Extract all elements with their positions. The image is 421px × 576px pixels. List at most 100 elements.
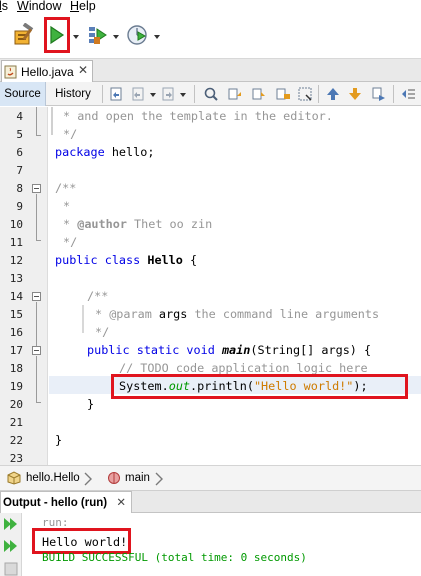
profile-project-icon bbox=[127, 25, 147, 45]
line-number: 16 bbox=[9, 326, 23, 339]
println-highlight bbox=[111, 374, 408, 399]
code-line-22: } bbox=[55, 433, 63, 447]
forward-dropdown-arrow-icon[interactable] bbox=[180, 93, 186, 97]
fold-guide-end bbox=[36, 402, 41, 403]
breadcrumb-separator-icon bbox=[84, 472, 92, 486]
line-number: 9 bbox=[16, 200, 23, 213]
find-selection-icon[interactable] bbox=[275, 86, 291, 102]
forward-icon[interactable] bbox=[160, 86, 176, 102]
tab-hello-java[interactable]: Hello.java ✕ bbox=[1, 60, 93, 82]
menu-bar: ls Window Help bbox=[0, 0, 421, 14]
method-icon bbox=[108, 472, 120, 484]
breadcrumb-class[interactable]: hello.Hello bbox=[6, 471, 80, 485]
menu-tools[interactable]: ls bbox=[0, 0, 8, 13]
java-file-icon bbox=[4, 65, 17, 78]
main-toolbar bbox=[0, 14, 421, 59]
line-number: 21 bbox=[9, 416, 23, 429]
editor-toolbar: Source History bbox=[0, 82, 421, 106]
output-sidebar bbox=[0, 513, 22, 576]
output-panel: run: Hello world! BUILD SUCCESSFUL (tota… bbox=[0, 513, 421, 576]
line-number: 20 bbox=[9, 398, 23, 411]
scope-indicator bbox=[82, 305, 84, 333]
toggle-highlight-icon[interactable] bbox=[297, 86, 313, 102]
tab-history[interactable]: History bbox=[48, 82, 98, 106]
close-tab-icon[interactable]: ✕ bbox=[78, 63, 88, 77]
toolbar-separator bbox=[393, 85, 394, 103]
navigation-breadcrumb: hello.Hello main bbox=[0, 465, 421, 491]
code-line-8: /** bbox=[55, 181, 77, 195]
code-line-9: * bbox=[63, 199, 71, 213]
tab-output-hello-run[interactable]: Output - hello (run) ✕ bbox=[0, 491, 132, 513]
previous-bookmark-icon[interactable] bbox=[325, 86, 341, 102]
code-line-15: * @param args the command line arguments bbox=[95, 307, 380, 321]
toolbar-separator bbox=[318, 85, 319, 103]
debug-dropdown-arrow-icon[interactable] bbox=[113, 35, 119, 39]
line-number: 19 bbox=[9, 380, 23, 393]
line-number: 11 bbox=[9, 236, 23, 249]
line-number: 13 bbox=[9, 272, 23, 285]
line-number: 10 bbox=[9, 218, 23, 231]
rerun-icon[interactable] bbox=[3, 517, 19, 531]
editor-tab-row: Hello.java ✕ bbox=[0, 59, 421, 82]
tab-source[interactable]: Source bbox=[0, 82, 46, 106]
code-editor[interactable]: 4 5 6 7 8 9 10 11 12 13 14 15 16 17 18 1… bbox=[0, 107, 421, 465]
output-tab-row: Output - hello (run) ✕ bbox=[0, 491, 421, 513]
run-project-button[interactable] bbox=[47, 22, 67, 48]
code-line-12: public class Hello { bbox=[55, 253, 198, 267]
line-number: 15 bbox=[9, 308, 23, 321]
breadcrumb-method[interactable]: main bbox=[107, 471, 150, 485]
stop-icon[interactable] bbox=[4, 562, 18, 576]
debug-project-icon bbox=[89, 27, 107, 44]
find-icon[interactable] bbox=[203, 86, 219, 102]
fold-guide bbox=[36, 356, 37, 402]
profile-dropdown-arrow-icon[interactable] bbox=[154, 35, 160, 39]
line-number: 5 bbox=[16, 128, 23, 141]
back-icon[interactable] bbox=[130, 86, 146, 102]
output-line-build: BUILD SUCCESSFUL (total time: 0 seconds) bbox=[42, 551, 307, 564]
line-number: 18 bbox=[9, 362, 23, 375]
rerun-with-params-icon[interactable] bbox=[3, 539, 19, 553]
line-number: 12 bbox=[9, 254, 23, 267]
find-next-icon[interactable] bbox=[251, 86, 267, 102]
toggle-bookmark-icon[interactable] bbox=[370, 86, 386, 102]
next-bookmark-icon[interactable] bbox=[347, 86, 363, 102]
fold-guide bbox=[36, 194, 37, 240]
breadcrumb-separator-icon bbox=[155, 472, 163, 486]
code-line-4: * and open the template in the editor. bbox=[63, 109, 333, 123]
back-dropdown-arrow-icon[interactable] bbox=[150, 93, 156, 97]
line-number: 4 bbox=[16, 110, 23, 123]
fold-guide-end bbox=[36, 135, 41, 136]
code-line-5: */ bbox=[63, 127, 78, 141]
last-edit-icon[interactable] bbox=[108, 86, 124, 102]
find-previous-icon[interactable] bbox=[227, 86, 243, 102]
clean-build-button[interactable] bbox=[10, 22, 38, 48]
close-output-icon[interactable]: ✕ bbox=[116, 495, 126, 509]
code-line-11: */ bbox=[63, 235, 78, 249]
profile-project-button[interactable] bbox=[124, 22, 150, 48]
line-number: 8 bbox=[16, 182, 23, 195]
fold-toggle-icon[interactable] bbox=[32, 346, 41, 355]
toolbar-separator bbox=[102, 85, 103, 103]
fold-guide bbox=[36, 107, 37, 135]
line-number-gutter: 4 5 6 7 8 9 10 11 12 13 14 15 16 17 18 1… bbox=[0, 107, 48, 465]
run-dropdown-arrow-icon[interactable] bbox=[73, 35, 79, 39]
fold-guide-end bbox=[36, 240, 41, 241]
code-line-14: /** bbox=[87, 289, 109, 303]
fold-toggle-icon[interactable] bbox=[32, 292, 41, 301]
code-line-16: */ bbox=[95, 325, 110, 339]
package-icon bbox=[7, 471, 21, 485]
menu-window[interactable]: Window bbox=[17, 0, 61, 13]
line-number: 14 bbox=[9, 290, 23, 303]
menu-help[interactable]: Help bbox=[70, 0, 96, 13]
build-project-icon bbox=[14, 23, 34, 45]
code-line-10: * @author Thet oo zin bbox=[63, 217, 213, 231]
run-project-icon bbox=[50, 25, 65, 45]
fold-toggle-icon[interactable] bbox=[32, 184, 41, 193]
debug-project-button[interactable] bbox=[84, 22, 110, 48]
code-line-6: package hello; bbox=[55, 145, 155, 159]
line-number: 7 bbox=[16, 164, 23, 177]
code-line-20: } bbox=[87, 397, 95, 411]
line-number: 22 bbox=[9, 434, 23, 447]
line-number: 17 bbox=[9, 344, 23, 357]
shift-line-left-icon[interactable] bbox=[400, 86, 416, 102]
